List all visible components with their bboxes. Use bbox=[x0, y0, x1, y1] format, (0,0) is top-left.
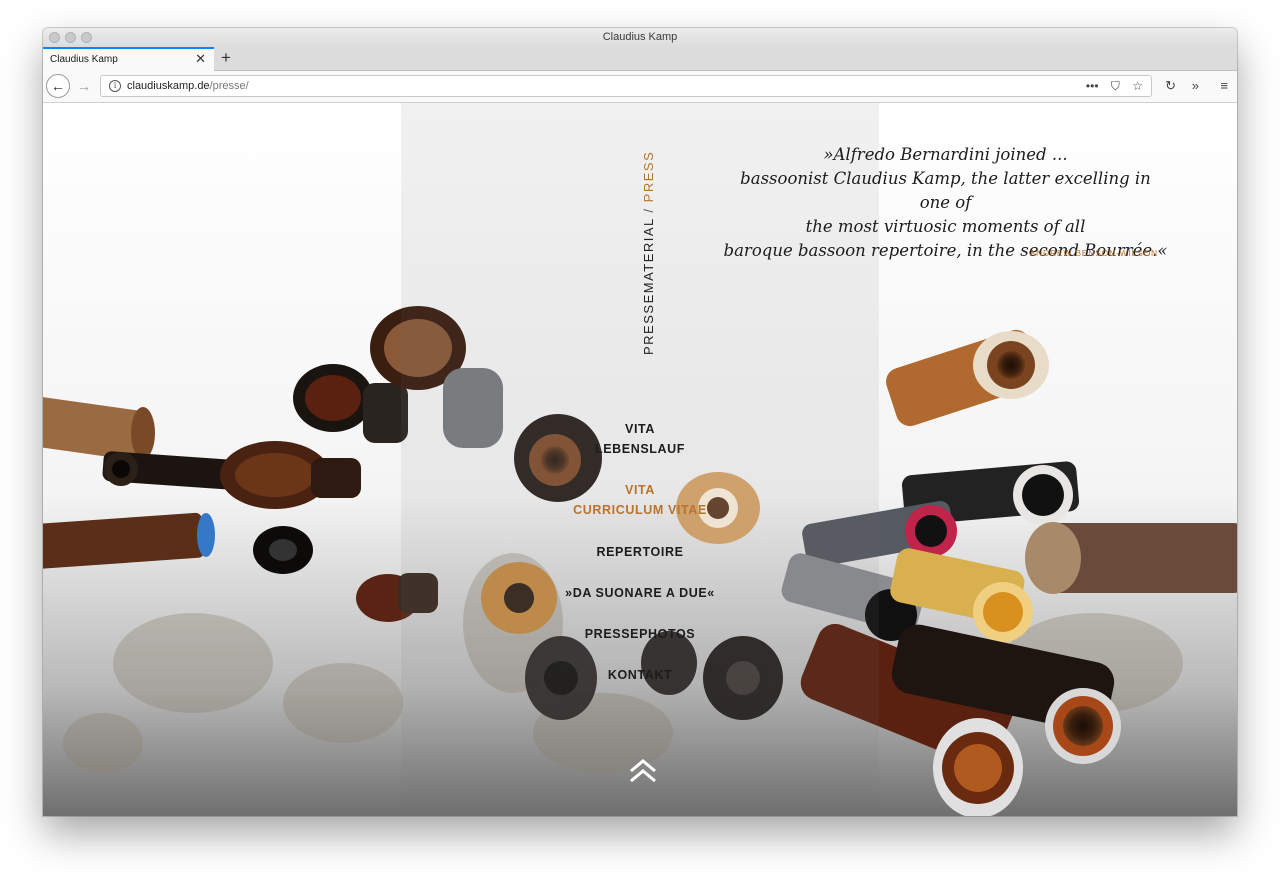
menu-item-sublabel: LEBENSLAUF bbox=[594, 442, 686, 456]
section-title-main: PRESSEMATERIAL bbox=[641, 217, 656, 355]
quote-line: »Alfredo Bernardini joined ... bbox=[823, 145, 1068, 164]
hamburger-icon[interactable]: ≡ bbox=[1220, 75, 1228, 97]
double-chevron-up-icon[interactable] bbox=[628, 758, 658, 784]
url-actions: ••• ⛉ ☆ bbox=[1077, 76, 1143, 96]
menu-item-vita-curriculum-vitae[interactable]: VITA CURRICULUM VITAE bbox=[540, 480, 740, 520]
menu-item-label: VITA bbox=[625, 422, 655, 436]
section-title-separator: / bbox=[641, 207, 656, 213]
menu-item-label: PRESSEPHOTOS bbox=[584, 627, 696, 641]
back-button[interactable]: ← bbox=[46, 74, 70, 98]
menu-item-da-suonare-a-due[interactable]: »DA SUONARE A DUE« bbox=[540, 583, 740, 603]
tab-claudius-kamp[interactable]: Claudius Kamp ✕ bbox=[43, 47, 214, 71]
close-icon[interactable]: ✕ bbox=[195, 49, 206, 69]
tab-strip: Claudius Kamp ✕ + bbox=[43, 47, 1237, 71]
forward-button[interactable]: → bbox=[77, 75, 91, 97]
star-icon[interactable]: ☆ bbox=[1132, 79, 1143, 93]
info-icon[interactable]: i bbox=[109, 80, 121, 92]
chevron-double-right-icon[interactable]: » bbox=[1192, 75, 1199, 97]
ellipsis-icon[interactable]: ••• bbox=[1086, 79, 1099, 93]
quote-line: the most virtuosic moments of all bbox=[805, 217, 1086, 236]
plus-icon[interactable]: + bbox=[221, 46, 231, 70]
address-bar[interactable]: i claudiuskamp.de/presse/ ••• ⛉ ☆ bbox=[100, 75, 1152, 97]
menu-item-kontakt[interactable]: KONTAKT bbox=[540, 665, 740, 685]
url-text[interactable]: claudiuskamp.de/presse/ bbox=[127, 76, 249, 96]
url-host: claudiuskamp.de bbox=[127, 80, 210, 92]
section-title-accent: PRESS bbox=[641, 150, 656, 203]
quote-line: bassoonist Claudius Kamp, the latter exc… bbox=[740, 169, 1151, 212]
close-window-button[interactable] bbox=[49, 32, 60, 43]
page-content: PRESSEMATERIAL / PRESS »Alfredo Bernardi… bbox=[43, 103, 1237, 816]
menu-item-vita-lebenslauf[interactable]: VITA LEBENSLAUF bbox=[540, 419, 740, 459]
menu-item-sublabel: CURRICULUM VITAE bbox=[573, 503, 707, 517]
tab-label: Claudius Kamp bbox=[50, 54, 118, 65]
menu-item-label: KONTAKT bbox=[607, 668, 673, 682]
press-quote: »Alfredo Bernardini joined ... bassoonis… bbox=[723, 143, 1168, 263]
navigation-toolbar: ← → i claudiuskamp.de/presse/ ••• ⛉ ☆ ↻ … bbox=[43, 71, 1237, 103]
minimize-window-button[interactable] bbox=[65, 32, 76, 43]
menu-item-repertoire[interactable]: REPERTOIRE bbox=[540, 542, 740, 562]
zoom-window-button[interactable] bbox=[81, 32, 92, 43]
browser-window: Claudius Kamp Claudius Kamp ✕ + ← → i cl… bbox=[43, 28, 1237, 816]
title-bar: Claudius Kamp bbox=[43, 28, 1237, 47]
url-path: /presse/ bbox=[209, 80, 249, 92]
quote-author: ANDREW BENSON-WILSON bbox=[1029, 248, 1158, 258]
pocket-icon[interactable]: ⛉ bbox=[1111, 79, 1120, 93]
menu-item-label: VITA bbox=[625, 483, 655, 497]
section-title-vertical: PRESSEMATERIAL / PRESS bbox=[641, 151, 656, 355]
window-title: Claudius Kamp bbox=[602, 31, 678, 43]
menu-item-pressephotos[interactable]: PRESSEPHOTOS bbox=[540, 624, 740, 644]
reload-icon[interactable]: ↻ bbox=[1165, 75, 1176, 97]
menu-item-label: »DA SUONARE A DUE« bbox=[565, 586, 715, 600]
menu-item-label: REPERTOIRE bbox=[596, 545, 684, 559]
